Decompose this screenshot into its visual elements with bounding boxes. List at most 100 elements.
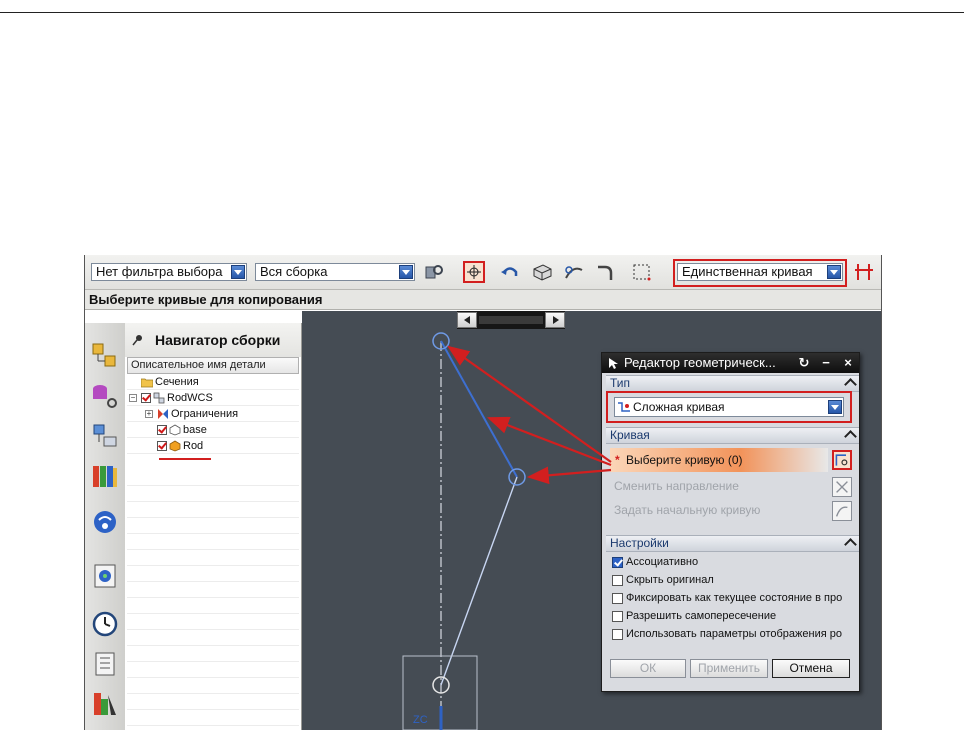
section-settings-header[interactable]: Настройки	[606, 535, 859, 552]
visibility-checkbox[interactable]	[141, 393, 151, 403]
selection-scope-dropdown[interactable]: Вся сборка	[255, 263, 415, 281]
option-fix-current-state[interactable]: Фиксировать как текущее состояние в про	[610, 590, 850, 607]
type-dropdown[interactable]: Сложная кривая	[614, 397, 844, 417]
apply-button[interactable]: Применить	[690, 659, 768, 678]
folder-icon	[141, 378, 153, 388]
snap-point-icon[interactable]	[463, 261, 485, 283]
scroll-right-button[interactable]	[545, 312, 565, 328]
type-dropdown-value: Сложная кривая	[633, 400, 725, 414]
tree-empty-row	[127, 486, 299, 502]
tree-item-label: RodWCS	[167, 392, 213, 404]
reuse-library-icon[interactable]	[90, 461, 120, 491]
option-label: Скрыть оригинал	[626, 574, 714, 586]
fix-state-checkbox[interactable]	[612, 593, 623, 604]
system-materials-icon[interactable]	[90, 649, 120, 679]
constraint-navigator-icon[interactable]	[90, 381, 120, 411]
chevron-up-icon[interactable]	[844, 378, 857, 391]
roles-icon[interactable]	[90, 689, 120, 719]
rectangle-select-icon[interactable]	[631, 261, 653, 283]
tree-item-rodwcs[interactable]: − RodWCS	[127, 390, 299, 406]
visibility-checkbox[interactable]	[157, 425, 167, 435]
assembly-navigator-icon[interactable]	[90, 341, 120, 371]
chevron-down-icon[interactable]	[827, 265, 841, 279]
web-browser-icon[interactable]	[90, 507, 120, 537]
section-type-header[interactable]: Тип	[606, 375, 859, 392]
section-settings-label: Настройки	[610, 536, 669, 550]
chevron-up-icon[interactable]	[844, 538, 857, 551]
selection-scope-value: Вся сборка	[260, 264, 328, 279]
tree-empty-row	[127, 710, 299, 726]
dialog-title-bar[interactable]: Редактор геометрическ... ↻ − ×	[602, 353, 859, 373]
constraints-icon	[158, 409, 168, 419]
clock-history-icon[interactable]	[90, 609, 120, 639]
visibility-checkbox[interactable]	[157, 441, 167, 451]
section-type-label: Тип	[610, 376, 631, 390]
option-associative[interactable]: Ассоциативно	[610, 554, 850, 571]
tree-empty-row	[127, 694, 299, 710]
component-icon	[169, 424, 181, 436]
select-curve-icon[interactable]	[832, 450, 852, 470]
curve-rule-value: Единственная кривая	[682, 264, 813, 279]
geometry-editor-dialog: Редактор геометрическ... ↻ − × Тип Сложн…	[601, 352, 860, 692]
tangent-curve-icon[interactable]	[595, 261, 617, 283]
selection-filter-value: Нет фильтра выбора	[96, 264, 223, 279]
view-box-icon[interactable]	[531, 261, 553, 283]
tree-empty-row	[127, 502, 299, 518]
stop-at-intersection-icon[interactable]	[853, 261, 875, 283]
tree-item-base[interactable]: base	[127, 422, 299, 438]
column-header-part-name[interactable]: Описательное имя детали	[127, 357, 299, 374]
option-hide-original[interactable]: Скрыть оригинал	[610, 572, 850, 589]
ok-button[interactable]: ОК	[610, 659, 686, 678]
start-curve-icon[interactable]	[832, 501, 852, 521]
view-scrollbar[interactable]	[457, 311, 565, 329]
chevron-down-icon[interactable]	[231, 265, 245, 279]
assembly-select-icon[interactable]	[423, 261, 445, 283]
dialog-title-text: Редактор геометрическ...	[624, 355, 776, 370]
undo-arrow-icon[interactable]	[499, 261, 521, 283]
cancel-button[interactable]: Отмена	[772, 659, 850, 678]
expand-icon[interactable]: +	[145, 410, 153, 418]
tree-item-constraints[interactable]: + Ограничения	[127, 406, 299, 422]
select-curve-row[interactable]: * Выберите кривую (0)	[610, 448, 828, 472]
history-palette-icon[interactable]	[90, 561, 120, 591]
scroll-thumb[interactable]	[479, 316, 543, 324]
curve-point-icon[interactable]	[563, 261, 585, 283]
selection-filter-dropdown[interactable]: Нет фильтра выбора	[91, 263, 247, 281]
option-label: Фиксировать как текущее состояние в про	[626, 592, 843, 604]
reverse-direction-icon[interactable]	[832, 477, 852, 497]
tree-item-label: base	[183, 424, 207, 436]
part-navigator-icon[interactable]	[90, 421, 120, 451]
tree-empty-row	[127, 470, 299, 486]
chevron-down-icon[interactable]	[828, 400, 842, 414]
navigator-title: Навигатор сборки	[125, 323, 301, 357]
tree-item-rod[interactable]: Rod	[127, 438, 299, 454]
zc-axis-label: ZC	[413, 714, 428, 726]
option-allow-self-intersection[interactable]: Разрешить самопересечение	[610, 608, 850, 625]
pin-icon[interactable]	[131, 333, 145, 347]
self-intersection-checkbox[interactable]	[612, 611, 623, 622]
navigator-title-text: Навигатор сборки	[155, 332, 281, 348]
tree-empty-row	[127, 614, 299, 630]
minimize-icon[interactable]: −	[818, 355, 834, 371]
display-params-checkbox[interactable]	[612, 629, 623, 640]
chevron-up-icon[interactable]	[844, 430, 857, 443]
start-curve-row[interactable]: Задать начальную кривую	[610, 499, 828, 521]
reverse-direction-label: Сменить направление	[614, 479, 739, 493]
associative-checkbox[interactable]	[612, 557, 623, 568]
collapse-icon[interactable]: −	[129, 394, 137, 402]
reset-icon[interactable]: ↻	[796, 355, 812, 371]
section-curve-header[interactable]: Кривая	[606, 427, 859, 444]
tree-item-label: Rod	[183, 440, 204, 452]
reverse-direction-row[interactable]: Сменить направление	[610, 475, 828, 497]
required-star-icon: *	[615, 453, 620, 467]
select-curve-label: Выберите кривую (0)	[626, 453, 743, 467]
scroll-left-button[interactable]	[457, 312, 477, 328]
hide-original-checkbox[interactable]	[612, 575, 623, 586]
start-curve-label: Задать начальную кривую	[614, 503, 761, 517]
close-icon[interactable]: ×	[840, 355, 856, 371]
tree-item-sections[interactable]: Сечения	[127, 374, 299, 390]
curve-rule-dropdown[interactable]: Единственная кривая	[677, 263, 843, 281]
chevron-down-icon[interactable]	[399, 265, 413, 279]
option-use-display-parameters[interactable]: Использовать параметры отображения ро	[610, 626, 850, 643]
assembly-icon	[153, 392, 165, 404]
